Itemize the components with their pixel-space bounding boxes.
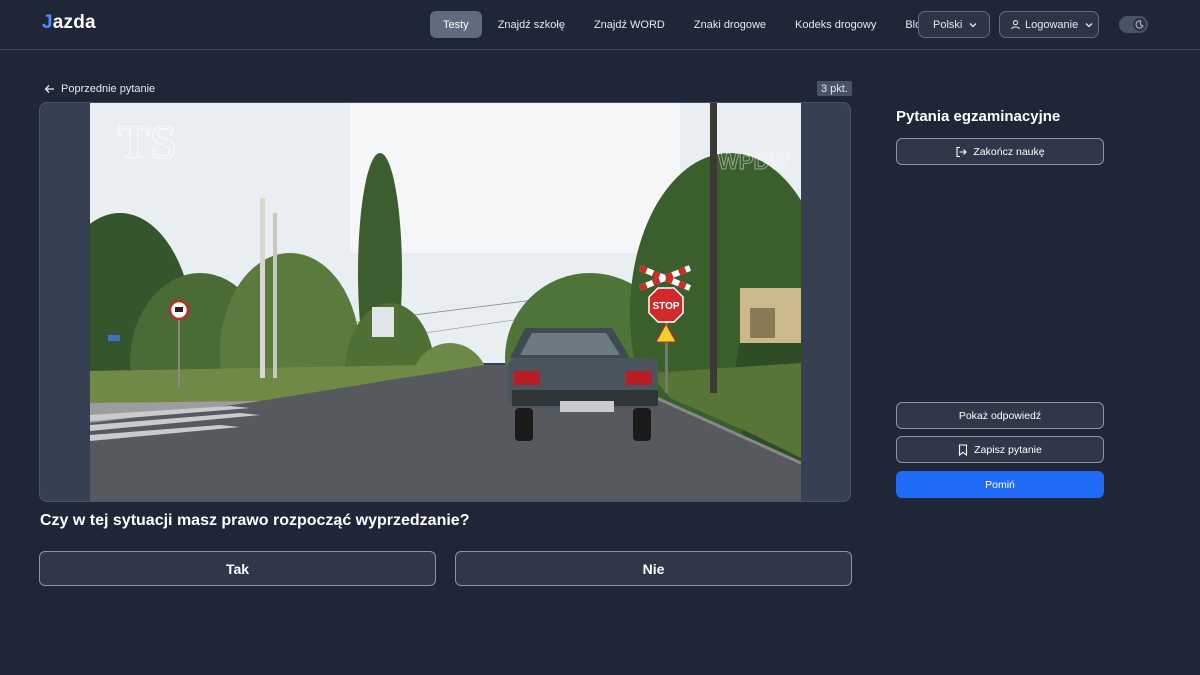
chevron-down-icon <box>1084 20 1094 30</box>
language-label: Polski <box>933 18 963 31</box>
logo-initial: J <box>42 12 53 33</box>
save-question-label: Zapisz pytanie <box>974 443 1042 456</box>
image-watermark-right: WPDW <box>718 149 790 174</box>
answer-no-button[interactable]: Nie <box>455 551 852 586</box>
top-navbar: Jazda Testy Znajdź szkołę Znajdź WORD Zn… <box>0 0 1200 50</box>
nav-item-road-signs[interactable]: Znaki drogowe <box>681 11 779 38</box>
points-badge: 3 pkt. <box>817 81 852 96</box>
image-watermark-left: TS <box>118 116 177 169</box>
nav-item-find-word[interactable]: Znajdź WORD <box>581 11 678 38</box>
previous-question-link[interactable]: Poprzednie pytanie <box>44 81 155 96</box>
finish-learning-label: Zakończ naukę <box>973 145 1045 158</box>
login-dropdown[interactable]: Logowanie <box>999 11 1099 38</box>
question-image: STOP TS WPDW <box>90 103 801 501</box>
skip-button[interactable]: Pomiń <box>896 471 1104 498</box>
bookmark-icon <box>958 443 968 456</box>
nav-item-traffic-code[interactable]: Kodeks drogowy <box>782 11 889 38</box>
arrow-left-icon <box>44 84 55 94</box>
save-question-button[interactable]: Zapisz pytanie <box>896 436 1104 463</box>
login-label: Logowanie <box>1025 18 1079 31</box>
finish-learning-button[interactable]: Zakończ naukę <box>896 138 1104 165</box>
user-icon <box>1010 19 1021 30</box>
nav-item-find-school[interactable]: Znajdź szkołę <box>485 11 578 38</box>
question-text: Czy w tej sytuacji masz prawo rozpocząć … <box>40 512 470 529</box>
logo-text: azda <box>52 12 96 33</box>
logout-icon <box>955 146 968 158</box>
moon-icon <box>1133 18 1146 31</box>
chevron-down-icon <box>968 20 978 30</box>
nav-item-testy[interactable]: Testy <box>430 11 482 38</box>
language-dropdown[interactable]: Polski <box>918 11 990 38</box>
answer-yes-button[interactable]: Tak <box>39 551 436 586</box>
previous-question-label: Poprzednie pytanie <box>61 82 156 95</box>
question-media-frame: STOP TS WPDW <box>39 102 851 502</box>
main-nav: Testy Znajdź szkołę Znajdź WORD Znaki dr… <box>430 11 943 38</box>
show-answer-button[interactable]: Pokaż odpowiedź <box>896 402 1104 429</box>
sidebar-title: Pytania egzaminacyjne <box>896 108 1061 125</box>
stop-sign-text: STOP <box>652 301 679 312</box>
theme-toggle[interactable] <box>1119 16 1148 33</box>
site-logo[interactable]: Jazda <box>42 12 96 34</box>
